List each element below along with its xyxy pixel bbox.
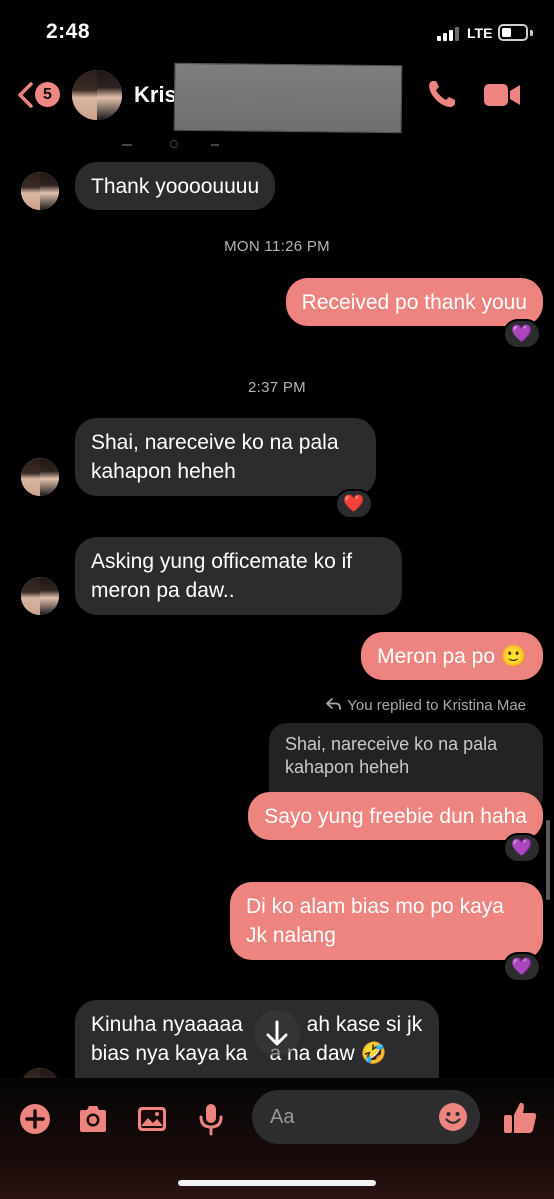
battery-cap — [530, 30, 533, 36]
contact-avatar[interactable] — [72, 70, 122, 120]
message-line: Shai, nareceive ko na pala — [91, 431, 339, 454]
quoted-line: kahapon heheh — [285, 757, 410, 777]
arrow-down-icon — [266, 1020, 288, 1046]
message-reaction[interactable]: ❤️ — [335, 489, 373, 519]
message-timestamp: 2:37 PM — [248, 379, 306, 396]
outgoing-message[interactable]: Sayo yung freebie dun haha — [248, 792, 543, 840]
signal-strength-icon — [437, 27, 463, 41]
camera-icon[interactable] — [76, 1102, 110, 1136]
message-line: meron pa daw.. — [91, 579, 235, 602]
scrollbar[interactable] — [546, 820, 550, 900]
message-reaction[interactable]: 💜 — [503, 319, 541, 349]
emoji-icon[interactable] — [438, 1102, 468, 1132]
message-timestamp: MON 11:26 PM — [224, 238, 330, 255]
reply-arrow-icon — [326, 698, 342, 710]
incoming-message[interactable]: Thank yoooouuuu — [75, 162, 276, 210]
plus-icon[interactable] — [18, 1102, 52, 1136]
thumbs-up-icon[interactable] — [502, 1100, 538, 1136]
message-reaction[interactable]: 💜 — [503, 833, 541, 863]
battery-icon — [498, 24, 528, 41]
contact-avatar[interactable] — [21, 577, 59, 615]
reply-context-label: You replied to Kristina Mae — [326, 697, 526, 714]
outgoing-message[interactable]: Di ko alam bias mo po kaya Jk nalang — [230, 882, 543, 960]
message-line: Jk nalang — [246, 924, 336, 947]
microphone-icon[interactable] — [194, 1102, 228, 1136]
status-time: 2:48 — [46, 20, 91, 43]
video-camera-icon[interactable] — [483, 82, 521, 108]
reply-context-text: You replied to Kristina Mae — [347, 697, 526, 714]
partial-image-attachment[interactable] — [76, 120, 276, 152]
message-line: Asking yung officemate ko if — [91, 550, 353, 573]
message-input-container[interactable] — [252, 1090, 480, 1144]
home-indicator — [178, 1180, 376, 1186]
outgoing-message[interactable]: Meron pa po 🙂 — [361, 632, 543, 680]
scroll-to-bottom-button[interactable] — [254, 1010, 300, 1056]
contact-avatar[interactable] — [21, 172, 59, 210]
incoming-message[interactable]: Shai, nareceive ko na pala kahapon heheh — [75, 418, 376, 496]
message-line: kahapon heheh — [91, 460, 236, 483]
network-label: LTE — [467, 25, 493, 41]
phone-icon[interactable] — [426, 78, 458, 110]
contact-avatar[interactable] — [21, 458, 59, 496]
message-line: Di ko alam bias mo po kaya — [246, 895, 504, 918]
outgoing-message[interactable]: Received po thank youu — [285, 278, 543, 326]
quoted-line: Shai, nareceive ko na pala — [285, 734, 498, 754]
contact-name[interactable]: Kris — [134, 82, 177, 108]
message-reaction[interactable]: 💜 — [503, 952, 541, 982]
image-icon[interactable] — [135, 1102, 169, 1136]
status-bar: 2:48 LTE — [0, 0, 554, 64]
unread-count-badge[interactable]: 5 — [35, 82, 60, 107]
message-input[interactable] — [270, 1102, 430, 1132]
incoming-message[interactable]: Asking yung officemate ko if meron pa da… — [75, 537, 402, 615]
